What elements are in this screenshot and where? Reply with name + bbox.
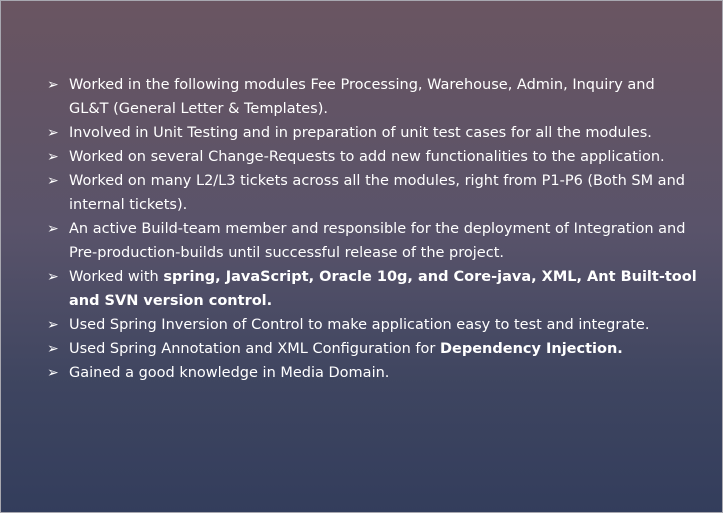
bullet-text: Used Spring Inversion of Control to make… [69, 317, 650, 333]
arrow-bullet-icon: ➢ [47, 317, 59, 333]
bullet-text: Worked in the following modules Fee Proc… [69, 77, 655, 117]
arrow-bullet-icon: ➢ [47, 365, 59, 381]
slide-frame: ➢ Worked in the following modules Fee Pro… [0, 0, 723, 513]
bullet-text-emphasis: Dependency Injection. [439, 341, 623, 357]
arrow-bullet-icon: ➢ [47, 77, 59, 93]
bullet-item: ➢ Gained a good knowledge in Media Domain… [47, 361, 697, 385]
bullet-text: Worked on several Change-Requests to add… [69, 149, 665, 165]
bullet-text: An active Build-team member and responsi… [69, 221, 686, 261]
bullet-item: ➢ Worked with spring, JavaScript, Oracle … [47, 265, 697, 313]
bullet-item: ➢ Used Spring Annotation and XML Configur… [47, 337, 697, 361]
bullet-item: ➢ Used Spring Inversion of Control to mak… [47, 313, 697, 337]
arrow-bullet-icon: ➢ [47, 221, 59, 237]
bullet-list: ➢ Worked in the following modules Fee Pro… [47, 73, 697, 385]
bullet-text: Worked on many L2/L3 tickets across all … [69, 173, 685, 213]
arrow-bullet-icon: ➢ [47, 341, 59, 357]
arrow-bullet-icon: ➢ [47, 149, 59, 165]
arrow-bullet-icon: ➢ [47, 269, 59, 285]
bullet-text-emphasis: spring, JavaScript, Oracle 10g, and Core… [69, 269, 697, 309]
bullet-text: Gained a good knowledge in Media Domain. [69, 365, 390, 381]
bullet-item: ➢ An active Build-team member and respons… [47, 217, 697, 265]
bullet-item: ➢ Worked on several Change-Requests to ad… [47, 145, 697, 169]
bullet-item: ➢ Worked on many L2/L3 tickets across all… [47, 169, 697, 217]
bullet-text: Worked with [69, 269, 164, 285]
bullet-text: Used Spring Annotation and XML Configura… [69, 341, 440, 357]
bullet-item: ➢ Worked in the following modules Fee Pro… [47, 73, 697, 121]
bullet-item: ➢ Involved in Unit Testing and in prepara… [47, 121, 697, 145]
arrow-bullet-icon: ➢ [47, 173, 59, 189]
bullet-text: Involved in Unit Testing and in preparat… [69, 125, 652, 141]
arrow-bullet-icon: ➢ [47, 125, 59, 141]
